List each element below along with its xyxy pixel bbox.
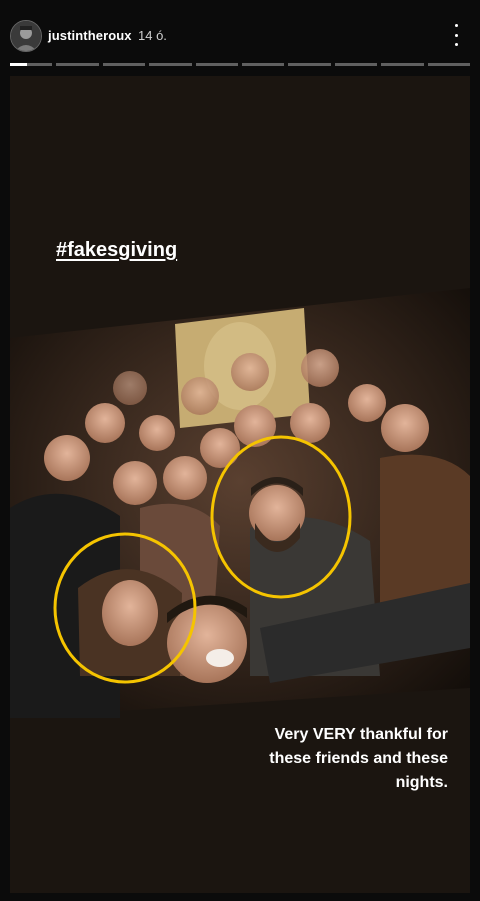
progress-segment — [195, 63, 239, 66]
story-content[interactable]: #fakesgiving Very VERY thankful for thes… — [10, 76, 470, 893]
user-avatar[interactable] — [10, 20, 42, 52]
progress-segment — [334, 63, 378, 66]
caption-line: nights. — [395, 774, 448, 791]
progress-segment — [102, 63, 146, 66]
progress-segment — [288, 63, 331, 66]
progress-segment — [56, 63, 99, 66]
more-vertical-icon[interactable] — [448, 24, 464, 46]
progress-segment — [10, 63, 53, 66]
caption-line: these friends and these — [269, 750, 448, 767]
story-header: justintheroux 14 ó. — [0, 0, 480, 62]
progress-segment — [427, 63, 471, 66]
story-caption: Very VERY thankful for these friends and… — [188, 723, 448, 795]
caption-line: Very VERY thankful for — [274, 726, 448, 743]
username-link[interactable]: justintheroux — [48, 28, 132, 43]
story-hashtag[interactable]: #fakesgiving — [56, 239, 177, 262]
progress-segment — [149, 63, 192, 66]
progress-segment — [242, 63, 285, 66]
post-timestamp: 14 ó. — [138, 28, 167, 43]
story-progress-bar — [10, 63, 471, 66]
progress-segment — [381, 63, 424, 66]
